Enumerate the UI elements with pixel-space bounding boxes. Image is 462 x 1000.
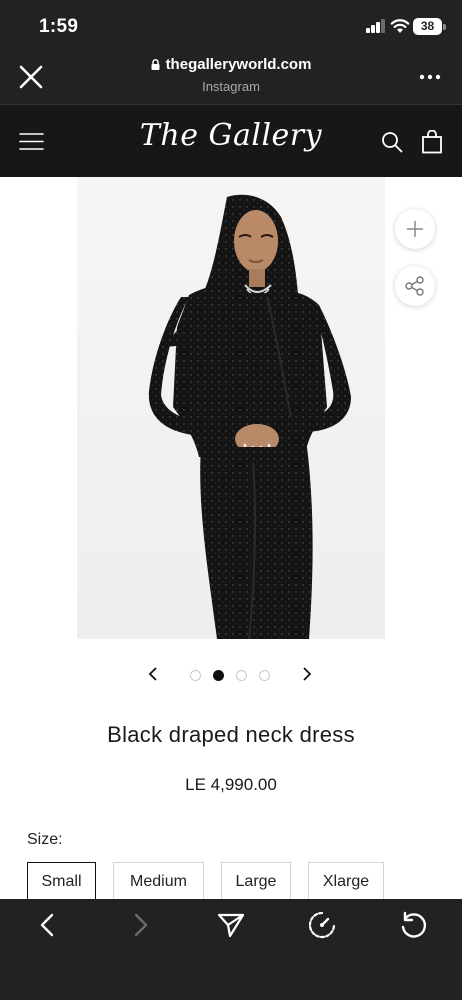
more-icon[interactable] bbox=[419, 74, 441, 80]
status-time: 1:59 bbox=[39, 16, 79, 37]
back-arrow-icon[interactable] bbox=[33, 910, 63, 940]
search-icon[interactable] bbox=[381, 131, 403, 153]
carousel-dot[interactable] bbox=[190, 670, 201, 681]
model-photo bbox=[148, 194, 351, 639]
size-option-xlarge[interactable]: Xlarge bbox=[308, 862, 384, 900]
lock-icon bbox=[151, 59, 160, 70]
reload-icon[interactable] bbox=[398, 910, 428, 940]
product-title: Black draped neck dress bbox=[107, 722, 355, 747]
share-button[interactable] bbox=[395, 266, 435, 306]
browser-source: Instagram bbox=[202, 79, 260, 94]
cellular-signal-icon bbox=[366, 19, 386, 33]
browser-header: thegalleryworld.com Instagram bbox=[0, 50, 462, 104]
plus-icon bbox=[407, 221, 423, 237]
size-option-small[interactable]: Small bbox=[27, 862, 96, 900]
send-icon[interactable] bbox=[216, 910, 246, 940]
browser-url[interactable]: thegalleryworld.com bbox=[0, 56, 462, 73]
shopping-bag-icon[interactable] bbox=[421, 130, 443, 154]
speedometer-icon[interactable] bbox=[307, 910, 337, 940]
product-image[interactable] bbox=[77, 177, 385, 639]
battery-icon bbox=[443, 24, 446, 30]
zoom-button[interactable] bbox=[395, 209, 435, 249]
size-option-large[interactable]: Large bbox=[221, 862, 291, 900]
carousel-dot[interactable] bbox=[213, 670, 224, 681]
browser-toolbar bbox=[0, 899, 462, 1000]
forward-arrow-icon bbox=[134, 913, 148, 937]
share-icon bbox=[405, 276, 424, 296]
carousel-dot[interactable] bbox=[236, 670, 247, 681]
battery-level: 38 bbox=[413, 18, 442, 35]
status-bar: 1:59 38 bbox=[0, 0, 462, 50]
image-carousel-controls bbox=[0, 662, 462, 686]
site-header: The Gallery bbox=[0, 104, 462, 177]
carousel-dot[interactable] bbox=[259, 670, 270, 681]
product-price: LE 4,990.00 bbox=[185, 775, 277, 794]
size-option-medium[interactable]: Medium bbox=[113, 862, 204, 900]
browser-url-text: thegalleryworld.com bbox=[165, 56, 312, 73]
wifi-icon bbox=[390, 19, 410, 33]
chevron-left-icon[interactable] bbox=[146, 666, 160, 682]
chevron-right-icon[interactable] bbox=[300, 666, 314, 682]
size-label: Size: bbox=[27, 831, 63, 848]
